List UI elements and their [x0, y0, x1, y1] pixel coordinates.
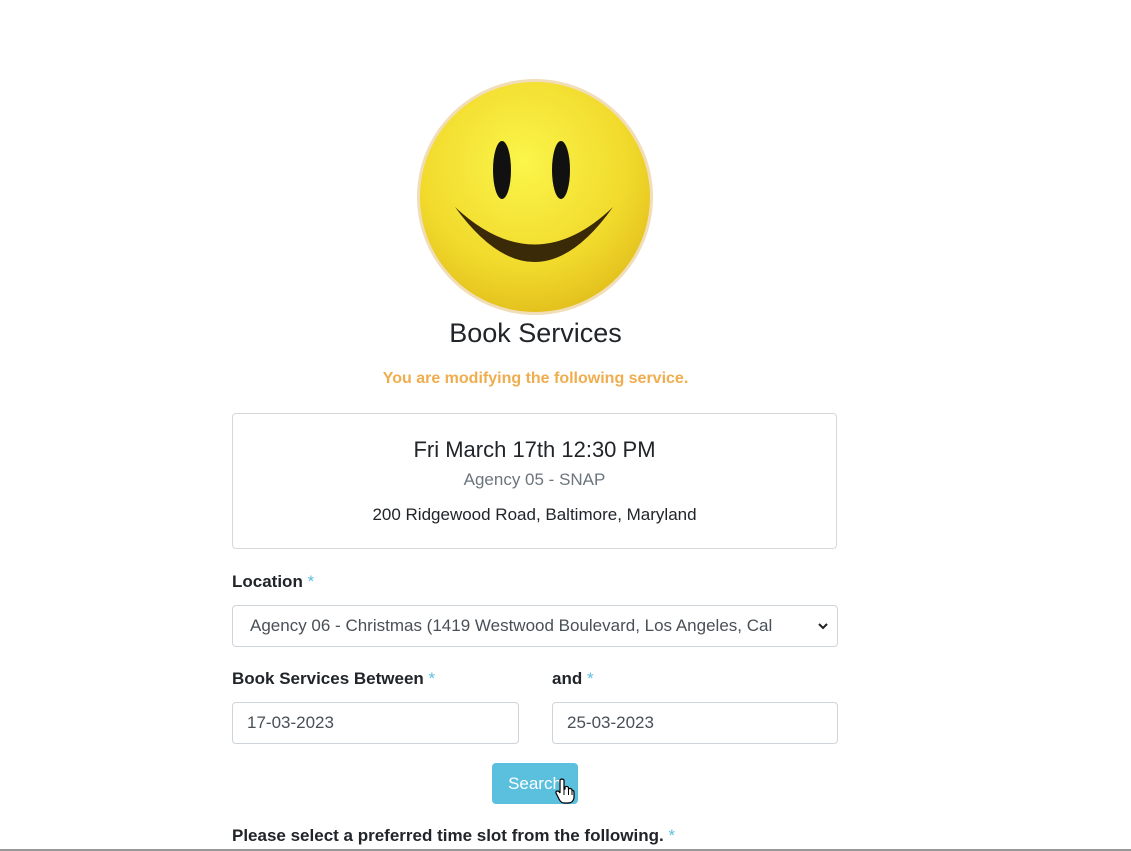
between-label: Book Services Between *	[232, 669, 435, 689]
timeslot-label: Please select a preferred time slot from…	[232, 826, 675, 846]
service-address: 200 Ridgewood Road, Baltimore, Maryland	[372, 505, 697, 524]
and-label-text: and	[552, 669, 583, 688]
required-mark: *	[668, 826, 676, 845]
current-service-card: Fri March 17th 12:30 PM Agency 05 - SNAP…	[232, 413, 837, 549]
required-mark: *	[428, 669, 436, 688]
required-mark: *	[307, 572, 315, 591]
smiley-face-icon	[417, 79, 653, 315]
page-title: Book Services	[449, 318, 622, 348]
page: Book Services You are modifying the foll…	[0, 0, 1131, 851]
service-datetime: Fri March 17th 12:30 PM	[413, 437, 656, 462]
location-select[interactable]: Agency 06 - Christmas (1419 Westwood Bou…	[232, 605, 838, 647]
end-date-input[interactable]: 25-03-2023	[552, 702, 838, 744]
hand-pointer-cursor-icon	[555, 778, 575, 804]
service-agency: Agency 05 - SNAP	[463, 470, 606, 489]
between-label-text: Book Services Between	[232, 669, 424, 688]
modification-notice: You are modifying the following service.	[382, 370, 689, 387]
chevron-down-icon	[818, 623, 828, 630]
location-label-text: Location	[232, 572, 303, 591]
location-label: Location *	[232, 572, 314, 592]
required-mark: *	[586, 669, 594, 688]
start-date-input[interactable]: 17-03-2023	[232, 702, 519, 744]
location-select-value: Agency 06 - Christmas (1419 Westwood Bou…	[250, 616, 773, 635]
and-label: and *	[552, 669, 594, 689]
timeslot-label-text: Please select a preferred time slot from…	[232, 826, 664, 845]
